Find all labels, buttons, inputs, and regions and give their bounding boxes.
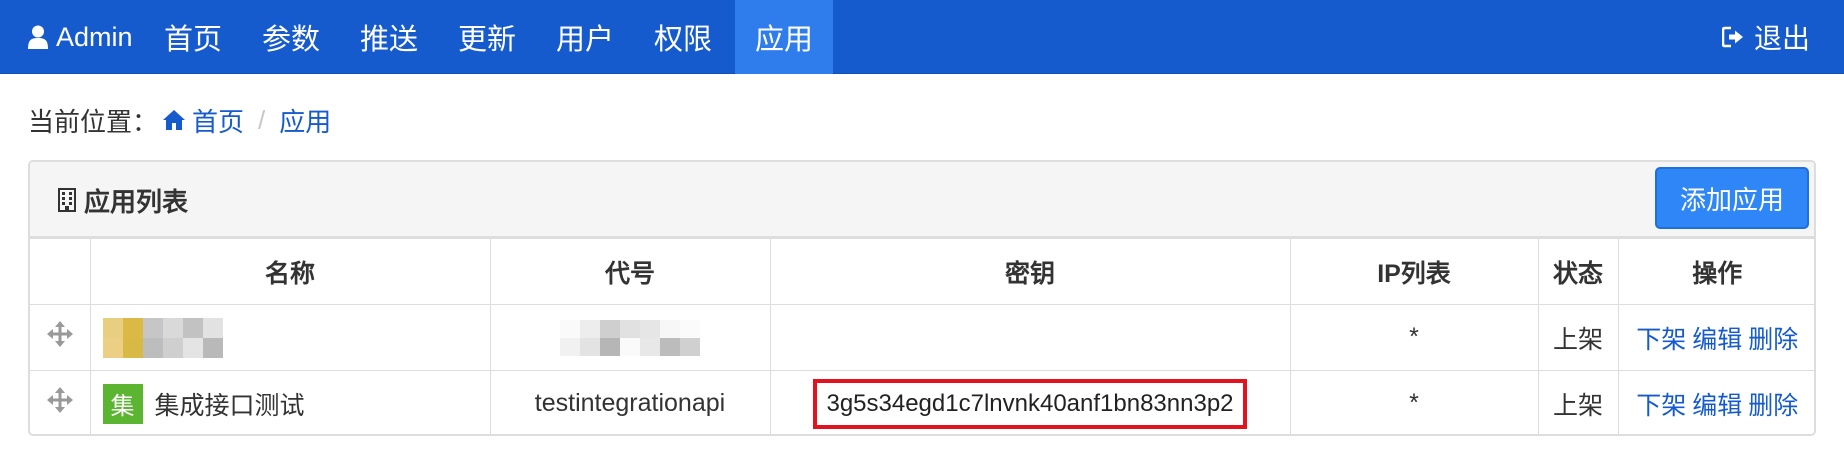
nav-item-label: 权限 [653,24,712,56]
nav-item-label: 参数 [261,24,320,56]
edit-link[interactable]: 编辑 [1692,392,1742,420]
status-cell: 上架 [1537,304,1619,371]
nav-item-label: 应用 [754,24,813,56]
unpublish-link[interactable]: 下架 [1636,392,1686,420]
add-app-button[interactable]: 添加应用 [1655,167,1809,229]
nav-item-update[interactable]: 更新 [438,0,536,74]
name-cell [89,304,491,371]
name-cell: 集 集成接口测试 [89,370,491,434]
nav-item-home[interactable]: 首页 [144,0,242,74]
panel-title-label: 应用列表 [84,186,189,217]
nav-item-push[interactable]: 推送 [340,0,438,74]
panel-title: 应用列表 [58,162,188,238]
brand[interactable]: Admin [0,0,133,74]
status-cell: 上架 [1537,370,1619,434]
home-icon [162,109,186,131]
redacted-app-icon [102,317,223,358]
secret-cell [769,304,1291,371]
app-name: 集成接口测试 [154,391,305,420]
drag-cell [30,370,91,434]
header-drag [30,238,91,305]
nav-item-apps[interactable]: 应用 [735,0,833,74]
user-icon [28,25,48,49]
header-actions: 操作 [1617,238,1814,305]
code-cell: testintegrationapi [489,370,771,434]
header-secret: 密钥 [769,238,1291,305]
drag-cell [30,304,91,371]
brand-label: Admin [56,21,133,52]
nav-item-label: 推送 [359,24,418,56]
redacted-code [560,319,700,356]
header-status: 状态 [1537,238,1619,305]
nav-item-label: 更新 [457,24,516,56]
nav-item-params[interactable]: 参数 [242,0,340,74]
app-table: 名称 代号 密钥 IP列表 状态 操作 * 上架 下架 编辑 删除 集 集成接口… [30,238,1814,434]
header-name: 名称 [89,238,491,305]
nav-item-users[interactable]: 用户 [536,0,634,74]
logout-label: 退出 [1753,23,1810,54]
delete-link[interactable]: 删除 [1748,326,1798,354]
secret-cell: 3g5s34egd1c7lnvnk40anf1bn83nn3p2 [769,370,1291,434]
delete-link[interactable]: 删除 [1748,392,1798,420]
breadcrumb: 当前位置： 首页 / 应用 [28,100,331,140]
secret-value-highlighted: 3g5s34egd1c7lnvnk40anf1bn83nn3p2 [813,378,1247,429]
edit-link[interactable]: 编辑 [1692,326,1742,354]
actions-cell: 下架 编辑 删除 [1617,304,1814,371]
table-row: * 上架 下架 编辑 删除 [30,304,1814,371]
app-badge-icon: 集 [102,383,143,424]
table-header-row: 名称 代号 密钥 IP列表 状态 操作 [30,238,1814,305]
building-icon [58,188,76,212]
nav-item-label: 用户 [555,24,614,56]
logout-link[interactable]: 退出 [1721,0,1810,74]
actions-cell: 下架 编辑 删除 [1617,370,1814,434]
ip-cell: * [1289,370,1539,434]
breadcrumb-prefix: 当前位置： [28,106,159,137]
nav-item-permissions[interactable]: 权限 [634,0,732,74]
table-row: 集 集成接口测试 testintegrationapi 3g5s34egd1c7… [30,370,1814,434]
app-list-panel: 应用列表 添加应用 名称 代号 密钥 IP列表 状态 操作 * 上架 下架 编辑… [28,160,1816,436]
breadcrumb-separator: / [258,104,266,135]
breadcrumb-current[interactable]: 应用 [279,102,331,139]
header-code: 代号 [489,238,771,305]
ip-cell: * [1289,304,1539,371]
panel-heading: 应用列表 添加应用 [30,162,1814,238]
unpublish-link[interactable]: 下架 [1636,326,1686,354]
move-icon[interactable] [46,387,73,414]
breadcrumb-home-link[interactable]: 首页 [158,102,244,139]
header-ip-list: IP列表 [1289,238,1539,305]
nav-item-label: 首页 [163,24,222,56]
move-icon[interactable] [46,321,73,347]
sign-out-icon [1721,26,1744,48]
top-navbar: Admin 首页 参数 推送 更新 用户 权限 应用 退出 [0,0,1844,74]
breadcrumb-home-label: 首页 [192,106,245,137]
code-cell [489,304,771,371]
